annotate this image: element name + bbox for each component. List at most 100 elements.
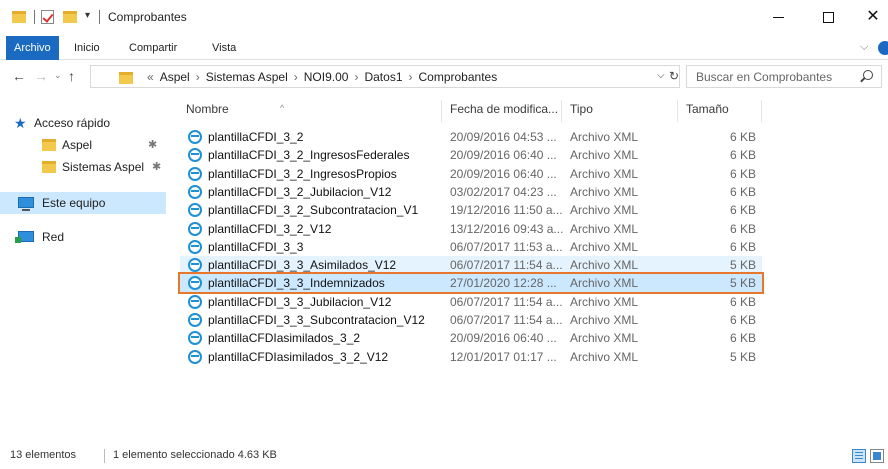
file-size: 6 KB	[729, 166, 756, 181]
breadcrumb-overflow[interactable]: «	[147, 70, 154, 84]
table-row[interactable]: plantillaCFDI_3_3_Jubilacion_V12 06/07/20…	[180, 293, 762, 311]
file-type: Archivo XML	[570, 239, 639, 254]
forward-button[interactable]: →	[34, 68, 48, 84]
file-size: 6 KB	[729, 203, 756, 218]
search-input[interactable]: Buscar en Comprobantes	[686, 65, 882, 88]
file-name: plantillaCFDI_3_2_IngresosFederales	[208, 148, 410, 163]
xml-file-icon	[188, 313, 202, 327]
xml-file-icon	[188, 184, 202, 199]
file-date: 06/07/2017 11:54 a...	[450, 294, 563, 309]
table-row[interactable]: plantillaCFDI_3_3_Subcontratacion_V12 06/…	[180, 311, 762, 329]
maximize-button[interactable]	[813, 6, 843, 30]
table-row[interactable]: plantillaCFDI_3_2_Subcontratacion_V1 19/1…	[180, 201, 762, 219]
table-row[interactable]: plantillaCFDI_3_2_Jubilacion_V12 03/02/20…	[180, 183, 762, 201]
breadcrumb-separator[interactable]: ›	[354, 70, 358, 84]
quick-access-dropdown[interactable]: ▾	[85, 10, 90, 28]
details-view-icon[interactable]	[852, 449, 866, 463]
column-header-size[interactable]: Tamaño	[678, 100, 762, 122]
nav-item-aspel[interactable]: Aspel ✱	[0, 134, 166, 156]
nav-quick-access-label: Acceso rápido	[34, 116, 111, 130]
expand-ribbon-chevron-icon[interactable]: ⌵	[860, 41, 868, 54]
maximize-icon	[822, 12, 834, 23]
folder-icon[interactable]	[12, 11, 26, 23]
breadcrumb-comprobantes[interactable]: Comprobantes	[419, 70, 498, 84]
file-type: Archivo XML	[570, 258, 639, 273]
back-button[interactable]: ←	[12, 68, 26, 84]
item-count: 13 elementos	[10, 449, 77, 461]
file-size: 6 KB	[729, 313, 756, 327]
tab-compartir[interactable]: Compartir	[121, 36, 185, 60]
nav-item-sistemas-aspel[interactable]: Sistemas Aspel ✱	[0, 156, 166, 178]
file-size: 6 KB	[729, 221, 756, 236]
breadcrumb: « Aspel › Sistemas Aspel › NOI9.00 › Datos1 › Com…	[147, 70, 497, 84]
xml-file-icon	[188, 203, 202, 218]
network-icon	[15, 231, 34, 243]
help-icon[interactable]	[878, 41, 888, 55]
column-header-type[interactable]: Tipo	[562, 100, 678, 122]
file-name: plantillaCFDIasimilados_3_2	[208, 331, 361, 346]
table-row[interactable]: plantillaCFDI_3_3_Asimilados_V12 06/07/20…	[180, 256, 762, 275]
file-name: plantillaCFDI_3_3	[208, 239, 304, 254]
nav-quick-access[interactable]: ★ Acceso rápido	[0, 112, 166, 134]
table-row[interactable]: plantillaCFDI_3_2_IngresosPropios 20/09/2…	[180, 165, 762, 183]
refresh-icon[interactable]: ↻	[669, 69, 679, 83]
tab-archivo[interactable]: Archivo	[6, 36, 59, 60]
file-name: plantillaCFDIasimilados_3_2_V12	[208, 349, 389, 364]
search-icon[interactable]	[863, 70, 873, 80]
file-size: 6 KB	[729, 184, 756, 199]
tab-inicio[interactable]: Inicio	[66, 36, 108, 60]
breadcrumb-separator[interactable]: ›	[409, 70, 413, 84]
file-date: 20/09/2016 06:40 ...	[450, 148, 557, 163]
nav-this-pc[interactable]: Este equipo	[0, 192, 166, 214]
selection-info: 1 elemento seleccionado 4.63 KB	[113, 449, 277, 461]
table-row[interactable]: plantillaCFDI_3_3_Indemnizados 27/01/2020…	[178, 272, 764, 295]
table-row[interactable]: plantillaCFDI_3_2_V12 13/12/2016 09:43 a.…	[180, 220, 762, 238]
minimize-button[interactable]	[763, 6, 793, 30]
file-size: 6 KB	[729, 239, 756, 254]
file-type: Archivo XML	[570, 294, 639, 309]
file-type: Archivo XML	[570, 130, 639, 144]
properties-checkbox-icon[interactable]	[41, 10, 54, 24]
breadcrumb-separator[interactable]: ›	[294, 70, 298, 84]
up-button[interactable]: ↑	[68, 68, 75, 84]
file-date: 20/09/2016 04:53 ...	[450, 130, 557, 144]
file-date: 20/09/2016 06:40 ...	[450, 166, 557, 181]
file-size: 6 KB	[729, 294, 756, 309]
breadcrumb-noi900[interactable]: NOI9.00	[304, 70, 349, 84]
table-row[interactable]: plantillaCFDI_3_2 20/09/2016 04:53 ... Arc…	[180, 128, 762, 146]
table-row[interactable]: plantillaCFDI_3_3 06/07/2017 11:53 a... Ar…	[180, 238, 762, 256]
navigation-pane: ★ Acceso rápido Aspel ✱ Sistemas Aspel ✱…	[0, 92, 175, 438]
breadcrumb-datos1[interactable]: Datos1	[364, 70, 402, 84]
file-type: Archivo XML	[570, 203, 639, 218]
column-header-date[interactable]: Fecha de modifica...	[442, 100, 562, 122]
file-size: 5 KB	[729, 276, 756, 291]
table-row[interactable]: plantillaCFDI_3_2_IngresosFederales 20/09…	[180, 146, 762, 164]
address-dropdown-icon[interactable]: ⌵	[657, 70, 665, 81]
file-name: plantillaCFDI_3_3_Asimilados_V12	[208, 258, 397, 273]
xml-file-icon	[188, 239, 202, 254]
column-header-name[interactable]: Nombre ^	[178, 100, 442, 122]
breadcrumb-aspel[interactable]: Aspel	[160, 70, 190, 84]
divider	[104, 449, 105, 463]
table-row[interactable]: plantillaCFDIasimilados_3_2_V12 12/01/201…	[180, 348, 762, 366]
address-bar[interactable]: « Aspel › Sistemas Aspel › NOI9.00 › Datos1 › Com…	[90, 65, 680, 88]
address-row: ← → ⌄ ↑ « Aspel › Sistemas Aspel › NOI9.00 › Da…	[0, 60, 888, 92]
pin-icon: ✱	[152, 161, 162, 173]
recent-locations-dropdown[interactable]: ⌄	[54, 70, 62, 81]
xml-file-icon	[188, 221, 202, 236]
file-size: 5 KB	[729, 258, 756, 273]
close-button[interactable]: ✕	[858, 6, 888, 30]
star-icon: ★	[14, 115, 27, 131]
breadcrumb-separator[interactable]: ›	[196, 70, 200, 84]
nav-network[interactable]: Red	[0, 226, 166, 248]
breadcrumb-sistemas-aspel[interactable]: Sistemas Aspel	[206, 70, 288, 84]
new-folder-icon[interactable]	[63, 11, 77, 23]
file-name: plantillaCFDI_3_3_Jubilacion_V12	[208, 294, 392, 309]
table-row[interactable]: plantillaCFDIasimilados_3_2 20/09/2016 06…	[180, 329, 762, 347]
nav-item-label: Aspel	[62, 138, 93, 152]
title-bar: ▾ Comprobantes ✕	[0, 0, 888, 36]
large-icons-view-icon[interactable]	[870, 449, 884, 463]
tab-vista[interactable]: Vista	[204, 36, 244, 60]
file-name: plantillaCFDI_3_2	[208, 130, 304, 144]
status-bar: 13 elementos 1 elemento seleccionado 4.6…	[0, 440, 888, 469]
